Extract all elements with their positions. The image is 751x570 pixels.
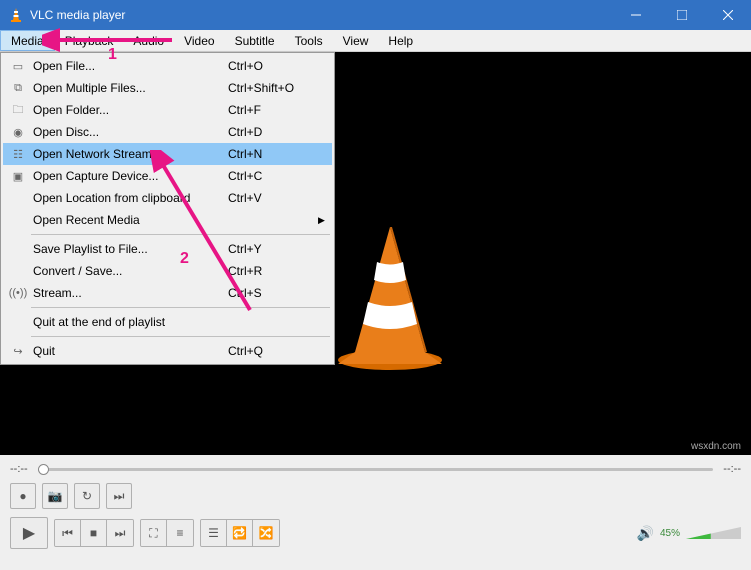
controls-panel: --:-- --:-- ● 📷 ↻ ⏭ ▶ ⏮ ■ ⏭ ⛶ ≡ ☰ 🔁 🔀 🔊 … bbox=[0, 455, 751, 570]
annotation-label-2: 2 bbox=[180, 250, 189, 268]
menu-open-file[interactable]: ▭ Open File... Ctrl+O bbox=[3, 55, 332, 77]
separator bbox=[31, 307, 330, 308]
menu-subtitle[interactable]: Subtitle bbox=[225, 30, 285, 51]
frame-icon: ⏭ bbox=[114, 489, 125, 504]
frame-step-button[interactable]: ⏭ bbox=[106, 483, 132, 509]
file-icon: ▭ bbox=[7, 60, 29, 73]
watermark: wsxdn.com bbox=[691, 441, 741, 452]
submenu-arrow-icon: ▶ bbox=[318, 215, 332, 226]
menu-view[interactable]: View bbox=[333, 30, 379, 51]
seek-slider[interactable] bbox=[38, 464, 714, 474]
playlist-group: ☰ 🔁 🔀 bbox=[200, 519, 280, 547]
extended-settings-button[interactable]: ≡ bbox=[167, 520, 193, 546]
app-title: VLC media player bbox=[30, 8, 125, 22]
quit-icon: ↪ bbox=[7, 345, 29, 358]
camera-icon: 📷 bbox=[48, 489, 63, 503]
menu-save-playlist[interactable]: Save Playlist to File... Ctrl+Y bbox=[3, 238, 332, 260]
fullscreen-icon: ⛶ bbox=[149, 526, 157, 541]
skip-group: ⏮ ■ ⏭ bbox=[54, 519, 134, 547]
volume-control: 🔊 45% bbox=[637, 525, 741, 542]
loop-button[interactable]: 🔁 bbox=[227, 520, 253, 546]
play-icon: ▶ bbox=[23, 523, 35, 543]
menu-quit[interactable]: ↪ Quit Ctrl+Q bbox=[3, 340, 332, 362]
shuffle-icon: 🔀 bbox=[259, 526, 274, 540]
separator bbox=[31, 234, 330, 235]
files-icon: ⧉ bbox=[7, 82, 29, 95]
annotation-label-1: 1 bbox=[108, 46, 117, 64]
equalizer-icon: ≡ bbox=[176, 526, 183, 540]
stop-icon: ■ bbox=[90, 526, 97, 540]
speaker-icon[interactable]: 🔊 bbox=[637, 525, 654, 542]
record-icon: ● bbox=[19, 489, 26, 503]
playlist-button[interactable]: ☰ bbox=[201, 520, 227, 546]
menu-open-folder[interactable]: 🗀 Open Folder... Ctrl+F bbox=[3, 99, 332, 121]
prev-icon: ⏮ bbox=[62, 526, 73, 541]
vlc-cone-logo bbox=[330, 222, 450, 372]
media-dropdown-menu: ▭ Open File... Ctrl+O ⧉ Open Multiple Fi… bbox=[0, 52, 335, 365]
playlist-icon: ☰ bbox=[208, 526, 219, 540]
volume-slider[interactable] bbox=[686, 529, 741, 537]
separator bbox=[31, 336, 330, 337]
menu-open-disc[interactable]: ◉ Open Disc... Ctrl+D bbox=[3, 121, 332, 143]
disc-icon: ◉ bbox=[7, 126, 29, 139]
time-total: --:-- bbox=[723, 463, 741, 475]
network-icon: ☷ bbox=[7, 148, 29, 161]
next-button[interactable]: ⏭ bbox=[107, 520, 133, 546]
loop-ab-button[interactable]: ↻ bbox=[74, 483, 100, 509]
menu-open-recent[interactable]: Open Recent Media ▶ bbox=[3, 209, 332, 231]
ab-loop-icon: ↻ bbox=[82, 489, 92, 503]
close-button[interactable] bbox=[705, 0, 751, 30]
volume-label: 45% bbox=[660, 528, 680, 539]
play-button[interactable]: ▶ bbox=[10, 517, 48, 549]
view-group: ⛶ ≡ bbox=[140, 519, 194, 547]
fullscreen-button[interactable]: ⛶ bbox=[141, 520, 167, 546]
menu-open-network-stream[interactable]: ☷ Open Network Stream... Ctrl+N bbox=[3, 143, 332, 165]
menu-tools[interactable]: Tools bbox=[285, 30, 333, 51]
menu-open-multiple[interactable]: ⧉ Open Multiple Files... Ctrl+Shift+O bbox=[3, 77, 332, 99]
snapshot-button[interactable]: 📷 bbox=[42, 483, 68, 509]
minimize-button[interactable] bbox=[613, 0, 659, 30]
menu-convert-save[interactable]: Convert / Save... Ctrl+R bbox=[3, 260, 332, 282]
title-bar: VLC media player bbox=[0, 0, 751, 30]
capture-icon: ▣ bbox=[7, 170, 29, 183]
stop-button[interactable]: ■ bbox=[81, 520, 107, 546]
shuffle-button[interactable]: 🔀 bbox=[253, 520, 279, 546]
menu-media[interactable]: Media bbox=[0, 30, 55, 51]
menu-audio[interactable]: Audio bbox=[123, 30, 174, 51]
folder-icon: 🗀 bbox=[7, 101, 29, 120]
menu-open-clipboard[interactable]: Open Location from clipboard Ctrl+V bbox=[3, 187, 332, 209]
menu-stream[interactable]: ((•)) Stream... Ctrl+S bbox=[3, 282, 332, 304]
menu-video[interactable]: Video bbox=[174, 30, 224, 51]
vlc-icon bbox=[8, 7, 24, 23]
stream-icon: ((•)) bbox=[7, 287, 29, 299]
next-icon: ⏭ bbox=[115, 526, 126, 541]
loop-icon: 🔁 bbox=[232, 526, 247, 540]
menu-quit-end-playlist[interactable]: Quit at the end of playlist bbox=[3, 311, 332, 333]
menu-open-capture[interactable]: ▣ Open Capture Device... Ctrl+C bbox=[3, 165, 332, 187]
time-elapsed: --:-- bbox=[10, 463, 28, 475]
menu-help[interactable]: Help bbox=[378, 30, 423, 51]
record-button[interactable]: ● bbox=[10, 483, 36, 509]
prev-button[interactable]: ⏮ bbox=[55, 520, 81, 546]
maximize-button[interactable] bbox=[659, 0, 705, 30]
